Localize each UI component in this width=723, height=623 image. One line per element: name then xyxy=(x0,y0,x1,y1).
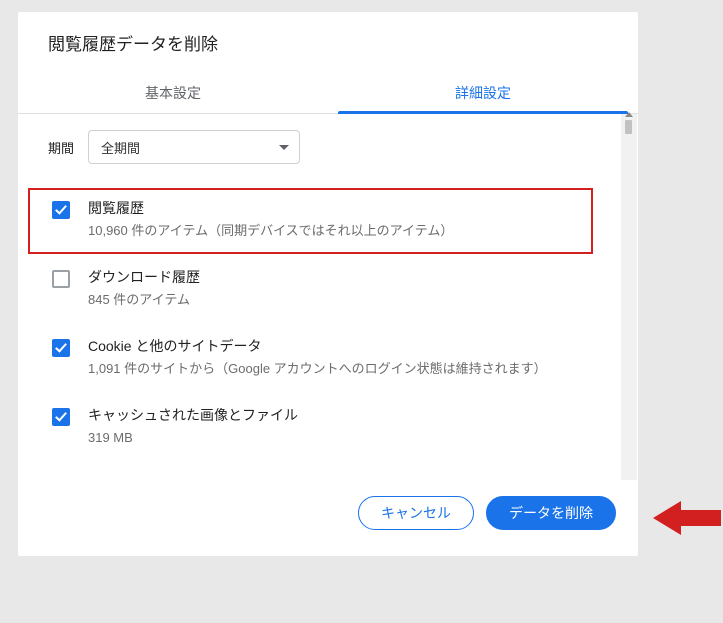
item-download-history[interactable]: ダウンロード履歴 845 件のアイテム xyxy=(48,255,616,324)
item-cookies[interactable]: Cookie と他のサイトデータ 1,091 件のサイトから（Google アカ… xyxy=(48,324,616,393)
tab-basic-label: 基本設定 xyxy=(145,85,201,101)
item-browsing-history[interactable]: 閲覧履歴 10,960 件のアイテム（同期デバイスではそれ以上のアイテム） xyxy=(48,186,616,255)
checkbox-cookies[interactable] xyxy=(52,339,70,357)
item-sub: 1,091 件のサイトから（Google アカウントへのログイン状態は維持されま… xyxy=(88,359,612,379)
item-cache[interactable]: キャッシュされた画像とファイル 319 MB xyxy=(48,393,616,462)
dialog-title: 閲覧履歴データを削除 xyxy=(18,12,638,73)
arrow-annotation xyxy=(653,498,721,538)
dialog-footer: キャンセル データを削除 xyxy=(18,480,638,556)
checkbox-cache[interactable] xyxy=(52,408,70,426)
item-texts: キャッシュされた画像とファイル 319 MB xyxy=(88,405,612,448)
item-title: 閲覧履歴 xyxy=(88,198,612,218)
item-texts: 閲覧履歴 10,960 件のアイテム（同期デバイスではそれ以上のアイテム） xyxy=(88,198,612,241)
scrollbar[interactable] xyxy=(621,114,637,480)
items-list: 閲覧履歴 10,960 件のアイテム（同期デバイスではそれ以上のアイテム） ダウ… xyxy=(48,186,616,476)
item-texts: パスワードとその他のログインデータ jobjob-appeal.com、jun1… xyxy=(88,475,612,476)
tab-basic[interactable]: 基本設定 xyxy=(18,73,328,113)
time-range-selected: 全期間 xyxy=(101,138,140,157)
item-texts: ダウンロード履歴 845 件のアイテム xyxy=(88,267,612,310)
cancel-button-label: キャンセル xyxy=(381,503,451,523)
item-sub: 10,960 件のアイテム（同期デバイスではそれ以上のアイテム） xyxy=(88,221,612,241)
time-range-label: 期間 xyxy=(48,138,74,157)
cancel-button[interactable]: キャンセル xyxy=(358,496,474,530)
delete-button-label: データを削除 xyxy=(509,503,593,523)
tab-advanced-label: 詳細設定 xyxy=(455,85,511,101)
dialog-content: 期間 全期間 閲覧履歴 10,960 件のアイテム（同期デバイスではそれ以上のア… xyxy=(18,114,638,480)
item-title: パスワードとその他のログインデータ xyxy=(88,475,612,476)
checkbox-browsing-history[interactable] xyxy=(52,201,70,219)
clear-browsing-data-dialog: 閲覧履歴データを削除 基本設定 詳細設定 期間 全期間 閲覧履歴 xyxy=(18,12,638,556)
scrollbar-thumb[interactable] xyxy=(625,120,632,134)
item-texts: Cookie と他のサイトデータ 1,091 件のサイトから（Google アカ… xyxy=(88,336,612,379)
time-range-row: 期間 全期間 xyxy=(48,130,616,164)
item-title: Cookie と他のサイトデータ xyxy=(88,336,612,356)
item-title: キャッシュされた画像とファイル xyxy=(88,405,612,425)
time-range-select[interactable]: 全期間 xyxy=(88,130,300,164)
caret-down-icon xyxy=(279,145,289,150)
tabs: 基本設定 詳細設定 xyxy=(18,73,638,114)
item-title: ダウンロード履歴 xyxy=(88,267,612,287)
item-sub: 845 件のアイテム xyxy=(88,290,612,310)
arrow-icon xyxy=(653,498,721,538)
checkbox-download-history[interactable] xyxy=(52,270,70,288)
scroll-up-icon xyxy=(625,112,633,117)
delete-button[interactable]: データを削除 xyxy=(486,496,616,530)
item-sub: 319 MB xyxy=(88,428,612,448)
item-passwords[interactable]: パスワードとその他のログインデータ jobjob-appeal.com、jun1… xyxy=(48,463,616,476)
tab-advanced[interactable]: 詳細設定 xyxy=(328,73,638,113)
